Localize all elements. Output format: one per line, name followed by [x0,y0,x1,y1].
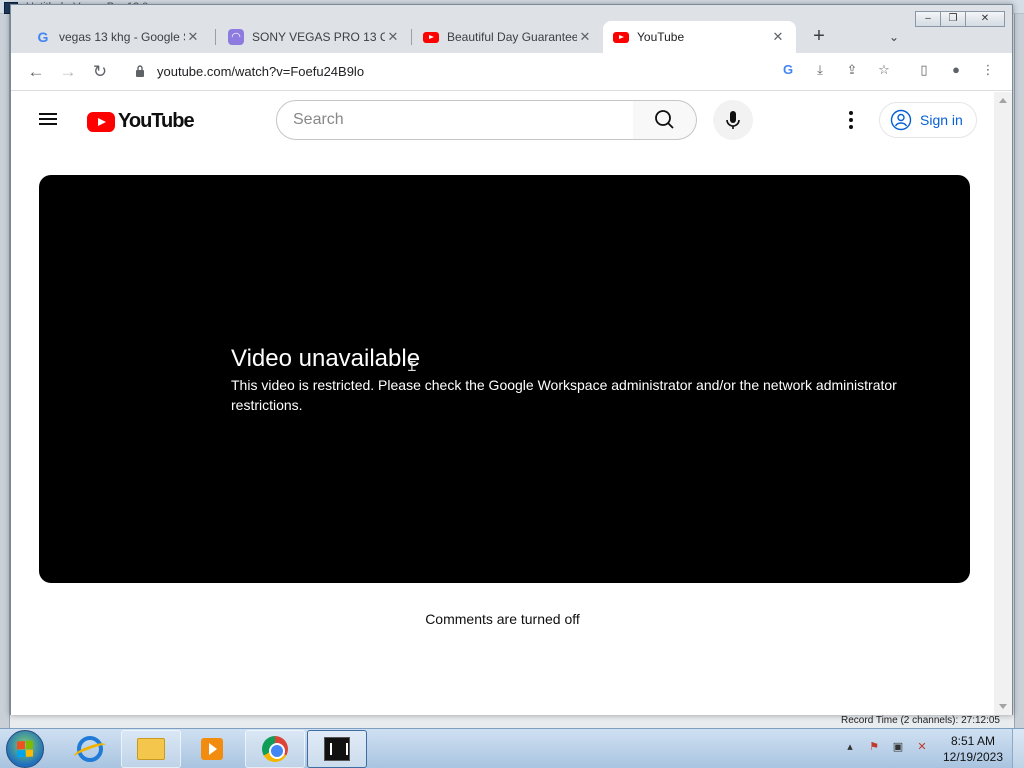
tab-title: YouTube [637,30,685,44]
action-center-flag-icon[interactable]: ⚑ [866,739,882,755]
volume-muted-icon[interactable]: ✕ [914,739,930,755]
chrome-window: G vegas 13 khg - Google S ✕ ◠ SONY VEGAS… [10,4,1013,715]
tab-google-search[interactable]: G vegas 13 khg - Google S ✕ [25,21,211,53]
settings-kebab-icon[interactable] [841,108,861,132]
vegas-right-frame [1014,14,1024,728]
tab-title: SONY VEGAS PRO 13 CR [252,30,385,44]
clock-time: 8:51 AM [950,734,996,748]
search-icon [655,110,674,129]
youtube-page: YouTube Search Sign in Video unavailable… [11,92,994,715]
install-app-icon[interactable]: ⤓ [809,59,831,81]
page-scrollbar[interactable] [994,92,1012,715]
system-tray: ▴ ⚑ ▣ ✕ [842,739,930,755]
window-controls: – ❐ ✕ [915,11,1005,27]
url-text[interactable]: youtube.com/watch?v=Foefu24B9lo [157,64,364,79]
scroll-down-arrow-icon[interactable] [999,704,1007,709]
show-hidden-icons-chevron-icon[interactable]: ▴ [842,739,858,755]
video-player[interactable]: Video unavailable This video is restrict… [39,175,970,583]
windows-logo-icon [17,740,33,758]
microphone-icon [726,111,740,129]
start-button[interactable] [6,730,44,768]
chrome-icon [262,736,288,762]
taskbar-vlc[interactable] [182,730,242,768]
share-icon[interactable]: ⇪ [841,59,863,81]
podcast-icon: ◠ [228,29,244,45]
media-player-icon [201,738,223,760]
browser-toolbar: ← → ↻ youtube.com/watch?v=Foefu24B9lo G … [11,53,1012,91]
video-restricted-message: This video is restricted. Please check t… [231,377,897,413]
taskbar-vegas-pro[interactable] [307,730,367,768]
close-icon[interactable]: ✕ [385,29,401,45]
youtube-logo-text: YouTube [118,110,195,132]
video-unavailable-title: Video unavailable [231,345,421,372]
account-icon [890,109,912,131]
youtube-play-icon [87,111,115,132]
close-icon[interactable]: ✕ [577,29,593,45]
record-time-label: Record Time (2 channels): 27:12:05 [841,715,1000,726]
sign-in-label: Sign in [920,112,963,128]
folder-icon [137,738,165,760]
tab-title: Beautiful Day Guarantee [447,30,577,44]
youtube-icon [423,29,439,45]
tab-separator [411,29,412,45]
minimize-button[interactable]: – [915,11,941,27]
voice-search-button[interactable] [713,100,753,140]
bookmark-star-icon[interactable]: ☆ [873,59,895,81]
tab-separator [215,29,216,45]
tab-youtube[interactable]: YouTube ✕ [603,21,796,53]
text-cursor-icon: Ɪ [408,358,416,374]
back-arrow-icon[interactable]: ← [23,59,49,85]
network-icon[interactable]: ▣ [890,739,906,755]
taskbar-clock[interactable]: 8:51 AM 12/19/2023 [938,733,1008,765]
browser-menu-icon[interactable]: ⋮ [977,59,999,81]
close-icon[interactable]: ✕ [770,29,786,45]
google-icon: G [37,29,49,45]
search-button[interactable] [633,100,697,140]
comments-status: Comments are turned off [425,611,580,627]
internet-explorer-icon [77,736,103,762]
windows-taskbar: ▴ ⚑ ▣ ✕ 8:51 AM 12/19/2023 [0,728,1024,768]
film-strip-icon [324,737,350,761]
youtube-header: YouTube Search Sign in [11,92,994,148]
close-icon[interactable]: ✕ [185,29,201,45]
taskbar-internet-explorer[interactable] [60,730,120,768]
show-desktop-button[interactable] [1012,729,1024,768]
hamburger-menu-icon[interactable] [39,110,61,128]
vegas-left-frame [0,14,10,728]
clock-date: 12/19/2023 [942,750,1004,764]
taskbar-file-explorer[interactable] [121,730,181,768]
new-tab-button[interactable]: + [807,25,831,49]
address-bar[interactable]: youtube.com/watch?v=Foefu24B9lo [125,58,767,86]
restore-button[interactable]: ❐ [940,11,966,27]
youtube-logo[interactable]: YouTube [87,110,195,133]
scroll-up-arrow-icon[interactable] [999,98,1007,103]
search-input[interactable] [293,110,613,130]
sign-in-button[interactable]: Sign in [879,102,977,138]
tab-search-chevron-icon[interactable]: ⌄ [884,27,904,47]
lock-icon[interactable] [135,65,145,77]
window-close-button[interactable]: ✕ [965,11,1005,27]
google-lens-icon[interactable]: G [777,59,799,81]
side-panel-icon[interactable]: ▯ [913,59,935,81]
forward-arrow-icon[interactable]: → [55,59,81,85]
profile-avatar-icon[interactable]: ● [945,59,967,81]
search-box[interactable] [276,100,634,140]
tab-title: vegas 13 khg - Google S [59,30,185,44]
taskbar-chrome[interactable] [245,730,305,768]
youtube-icon [613,29,629,45]
reload-icon[interactable]: ↻ [87,59,113,85]
tab-sony-vegas[interactable]: ◠ SONY VEGAS PRO 13 CR ✕ [218,21,411,53]
tab-strip: G vegas 13 khg - Google S ✕ ◠ SONY VEGAS… [11,5,1012,53]
tab-beautiful-day[interactable]: Beautiful Day Guarantee ✕ [413,21,603,53]
